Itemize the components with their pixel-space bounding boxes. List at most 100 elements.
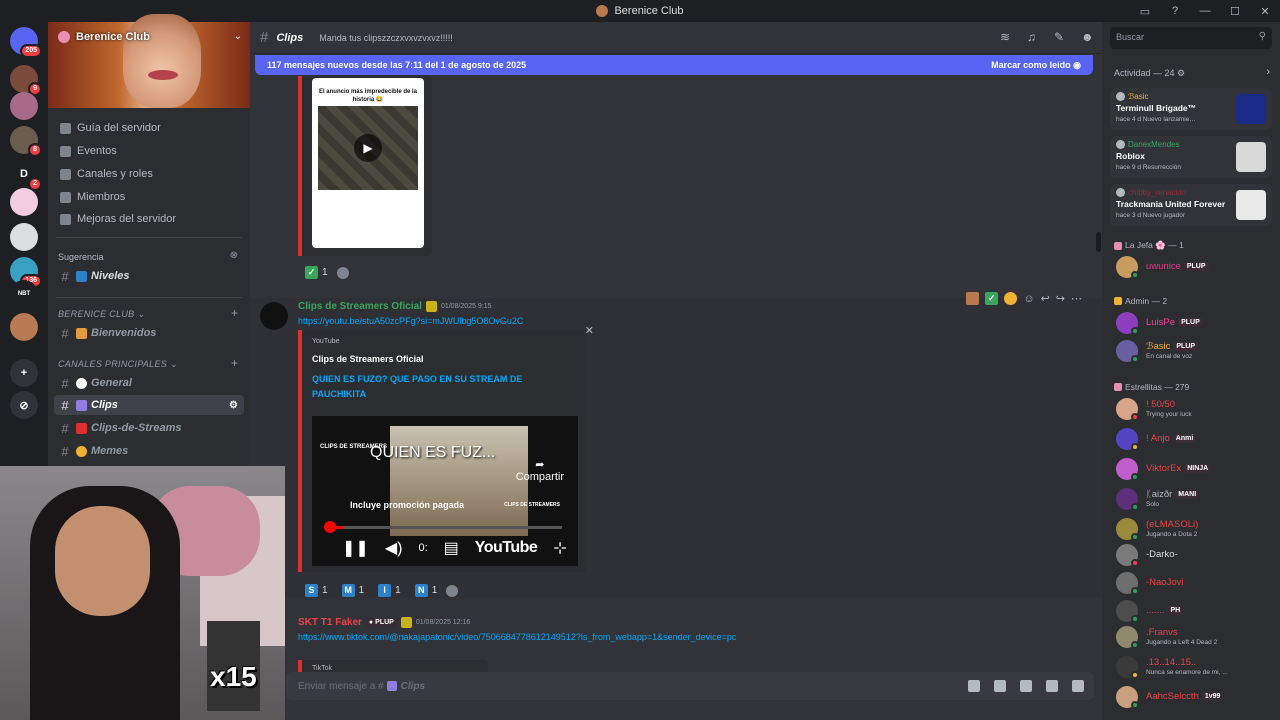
member-row[interactable]: uwunice PLUP (1116, 254, 1276, 282)
add-channel-icon[interactable]: + (231, 356, 238, 370)
add-server-button[interactable]: + (10, 359, 38, 387)
laugh-emoji-icon[interactable] (1004, 292, 1018, 305)
message-composer[interactable]: Enviar mensaje a # Clips (286, 672, 1094, 700)
server-icon-2[interactable] (10, 92, 38, 120)
exit-fullscreen-icon[interactable]: ⊹ (553, 538, 566, 558)
menu-boosts[interactable]: Mejoras del servidor (60, 213, 176, 225)
close-embed-icon[interactable]: ✕ (585, 324, 594, 337)
server-icon-5[interactable] (10, 188, 38, 216)
forward-icon[interactable]: ↪ (1056, 292, 1065, 305)
bell-icon[interactable]: ♫ (1027, 31, 1040, 44)
captions-icon[interactable]: ▤ (444, 538, 459, 558)
member-row[interactable]: ᛕaizðr MANI Solo (1116, 486, 1276, 514)
maximize-button[interactable]: ☐ (1220, 5, 1250, 18)
dismiss-suggestion-icon[interactable]: ⊗ (230, 250, 238, 261)
inbox-icon[interactable]: ▭ (1130, 5, 1160, 18)
pause-icon[interactable]: ❚❚ (342, 538, 369, 558)
progress-bar[interactable] (326, 526, 562, 529)
scrollbar[interactable] (1096, 232, 1101, 252)
chevron-down-icon[interactable]: ⌄ (234, 31, 242, 42)
chevron-right-icon[interactable]: › (1266, 66, 1270, 78)
server-icon-4[interactable]: D2 (10, 160, 42, 191)
embed-author[interactable]: Clips de Streamers Oficial (312, 354, 424, 364)
reaction-i[interactable]: I1 (373, 582, 406, 599)
member-row[interactable]: -NaoJovi (1116, 570, 1276, 598)
reaction-check[interactable]: ✓ 1 (300, 264, 333, 281)
video-thumbnail[interactable]: El anuncio más impredecible de la histor… (312, 78, 424, 248)
discover-icon[interactable]: ⊘ (10, 391, 38, 419)
channel-bienvenidos[interactable]: # Bienvenidos (54, 323, 244, 343)
menu-channels-roles[interactable]: Canales y roles (60, 168, 153, 180)
channel-general[interactable]: # General (54, 373, 244, 393)
member-list-icon[interactable]: ☻ (1081, 31, 1094, 44)
message-link[interactable]: https://youtu.be/stuA50zcPFg?si=mJWUlbg5… (298, 316, 523, 326)
reaction-suggest-icon[interactable] (966, 292, 980, 305)
reaction-n[interactable]: N1 (410, 582, 443, 599)
member-row[interactable]: ℬasic PLUP En canal de voz (1116, 338, 1276, 366)
member-row[interactable]: .13..14..15.. Nunca se enamore de mi, ... (1116, 654, 1276, 682)
category-berenice-club[interactable]: BERENICE CLUB ⌄ (58, 309, 145, 320)
new-messages-bar[interactable]: 117 mensajes nuevos desde las 7:11 del 1… (255, 55, 1093, 75)
channel-clips-de-streams[interactable]: # Clips-de-Streams (54, 418, 244, 438)
help-icon[interactable]: ? (1160, 5, 1190, 17)
threads-icon[interactable]: ≋ (1000, 31, 1013, 44)
message-author[interactable]: SKT T1 Faker ● PLUP 01/08/2025 12:16 (298, 617, 470, 628)
add-reaction-icon[interactable] (446, 584, 459, 597)
menu-members[interactable]: Miembros (60, 191, 125, 203)
mark-read-button[interactable]: Marcar como leído ◉ (991, 60, 1081, 71)
search-input[interactable]: Buscar ⚲ (1110, 27, 1272, 49)
menu-events[interactable]: Eventos (60, 145, 117, 157)
channel-clips[interactable]: # Clips ⚙ (54, 395, 244, 415)
activity-card[interactable]: DanexMendes Roblox hace 9 d Resurrección (1110, 136, 1272, 178)
add-channel-icon[interactable]: + (231, 306, 238, 320)
member-row[interactable]: ViktorEx NINJA (1116, 456, 1276, 484)
server-name[interactable]: Berenice Club (58, 31, 150, 43)
server-icon-9[interactable] (10, 313, 38, 341)
gift-icon[interactable] (968, 680, 980, 692)
minimize-button[interactable]: — (1190, 5, 1220, 17)
member-row[interactable]: LuisPe PLUP (1116, 310, 1276, 338)
activity-card[interactable]: chibby_renacido Trackmania United Forever… (1110, 184, 1272, 226)
youtube-logo[interactable]: YouTube (475, 539, 538, 557)
message-link[interactable]: https://www.tiktok.com/@nakajapatonic/vi… (298, 632, 736, 642)
close-button[interactable]: ✕ (1250, 5, 1280, 18)
embed-title[interactable]: QUIEN ES FUZO? QUE PASO EN SU STREAM DE … (312, 372, 562, 402)
sticker-icon[interactable] (1020, 680, 1032, 692)
server-icon-1[interactable]: 9 (10, 65, 42, 96)
share-button[interactable]: ➦ Compartir (516, 458, 564, 483)
volume-icon[interactable]: ◀) (385, 538, 403, 558)
apps-icon[interactable] (1072, 680, 1084, 692)
server-icon-6[interactable] (10, 223, 38, 251)
youtube-player[interactable]: CLIPS DE STREAMERS QUIEN ES FUZ... ➦ Comp… (312, 416, 578, 566)
add-reaction-icon[interactable] (336, 266, 349, 279)
emoji-icon[interactable] (1046, 680, 1058, 692)
channel-topic[interactable]: Manda tus clipszzczxvxvzvxvz!!!!! (319, 33, 453, 43)
play-icon[interactable]: ▶ (354, 134, 382, 162)
scrubber-handle[interactable] (324, 521, 336, 533)
add-reaction-icon[interactable]: ☺ (1023, 293, 1034, 305)
avatar[interactable] (260, 302, 288, 330)
gif-icon[interactable] (994, 680, 1006, 692)
reply-icon[interactable]: ↩ (1041, 292, 1050, 305)
server-icon-8[interactable]: NBT (10, 280, 38, 308)
check-emoji-icon[interactable]: ✓ (985, 292, 999, 305)
tiktok-embed-card[interactable]: El anuncio más impredecible de la histor… (298, 76, 432, 256)
reaction-s[interactable]: S1 (300, 582, 333, 599)
member-row[interactable]: ! Anjo Anmi (1116, 426, 1276, 454)
server-icon-0[interactable]: 205 (10, 27, 42, 58)
menu-server-guide[interactable]: Guía del servidor (60, 122, 161, 134)
more-icon[interactable]: ⋯ (1071, 292, 1082, 305)
server-icon-3[interactable]: 8 (10, 126, 42, 157)
channel-niveles[interactable]: # Niveles (54, 266, 244, 286)
member-row[interactable]: ! 50/50 Trying your luck (1116, 396, 1276, 424)
member-row[interactable]: .Franvs Jugando a Left 4 Dead 2 (1116, 624, 1276, 652)
category-canales-principales[interactable]: CANALES PRINCIPALES ⌄ (58, 359, 178, 370)
message-author[interactable]: Clips de Streamers Oficial 01/08/2025 9:… (298, 301, 492, 312)
member-row[interactable]: (eLMASOLi) Jugando a Dota 2 (1116, 516, 1276, 544)
activity-card[interactable]: ℬasic Terminull Brigade™ hace 4 d Nuevo la… (1110, 88, 1272, 130)
member-row[interactable]: AahcSelccth 1v99 (1116, 684, 1276, 712)
pin-icon[interactable]: ✎ (1054, 31, 1067, 44)
channel-memes[interactable]: # Memes (54, 441, 244, 461)
reaction-m[interactable]: M1 (337, 582, 370, 599)
settings-gear-icon[interactable]: ⚙ (229, 400, 238, 411)
